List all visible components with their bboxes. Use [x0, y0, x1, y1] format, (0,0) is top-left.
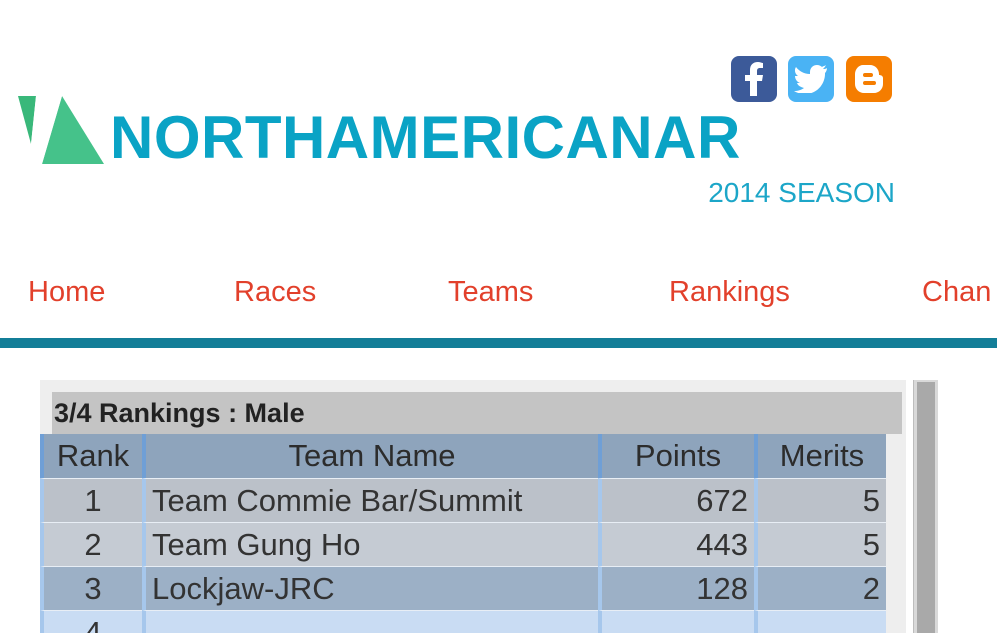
- rank-cell: 4: [40, 610, 142, 633]
- nav-rankings[interactable]: Rankings: [669, 276, 790, 309]
- twitter-icon: [794, 65, 827, 93]
- team-name-cell: Lockjaw-JRC: [142, 566, 598, 610]
- nav-home[interactable]: Home: [28, 276, 105, 309]
- rank-cell: 3: [40, 566, 142, 610]
- season-label: 2014 SEASON: [708, 177, 895, 208]
- points-cell: 128: [598, 566, 754, 610]
- points-cell: 672: [598, 478, 754, 522]
- team-name-cell: Team Commie Bar/Summit: [142, 478, 598, 522]
- nav-teams[interactable]: Teams: [448, 276, 533, 309]
- rankings-table: Rank Team Name Points Merits 1 Team Comm…: [40, 434, 886, 633]
- panel-scrollbar[interactable]: [913, 380, 938, 633]
- logo-mark-icon: [18, 96, 104, 164]
- team-name-cell: [142, 610, 598, 633]
- col-header-rank[interactable]: Rank: [40, 434, 142, 478]
- col-header-merits[interactable]: Merits: [754, 434, 886, 478]
- team-name-cell: Team Gung Ho: [142, 522, 598, 566]
- table-row[interactable]: 2 Team Gung Ho 443 5: [40, 522, 886, 566]
- table-row[interactable]: 1 Team Commie Bar/Summit 672 5: [40, 478, 886, 522]
- rankings-panel: 3/4 Rankings : Male Rank Team Name Point…: [40, 380, 906, 633]
- col-header-points[interactable]: Points: [598, 434, 754, 478]
- merits-cell: [754, 610, 886, 633]
- nav-chan[interactable]: Chan: [922, 276, 991, 309]
- blogger-button[interactable]: [846, 56, 892, 102]
- facebook-icon: [745, 62, 763, 96]
- merits-cell: 2: [754, 566, 886, 610]
- scrollbar-thumb[interactable]: [917, 382, 935, 633]
- table-row[interactable]: 3 Lockjaw-JRC 128 2: [40, 566, 886, 610]
- rank-cell: 1: [40, 478, 142, 522]
- blogger-icon: [855, 65, 883, 93]
- merits-cell: 5: [754, 522, 886, 566]
- col-header-team-name[interactable]: Team Name: [142, 434, 598, 478]
- rankings-title: 3/4 Rankings : Male: [52, 392, 902, 434]
- points-cell: 443: [598, 522, 754, 566]
- nav-races[interactable]: Races: [234, 276, 316, 309]
- nav-divider: [0, 338, 997, 348]
- twitter-button[interactable]: [788, 56, 834, 102]
- rank-cell: 2: [40, 522, 142, 566]
- main-nav: Home Races Teams Rankings Chan: [0, 270, 997, 320]
- points-cell: [598, 610, 754, 633]
- facebook-button[interactable]: [731, 56, 777, 102]
- merits-cell: 5: [754, 478, 886, 522]
- table-header-row: Rank Team Name Points Merits: [40, 434, 886, 478]
- brand-name: NORTHAMERICANAR: [110, 104, 741, 171]
- table-row[interactable]: 4: [40, 610, 886, 633]
